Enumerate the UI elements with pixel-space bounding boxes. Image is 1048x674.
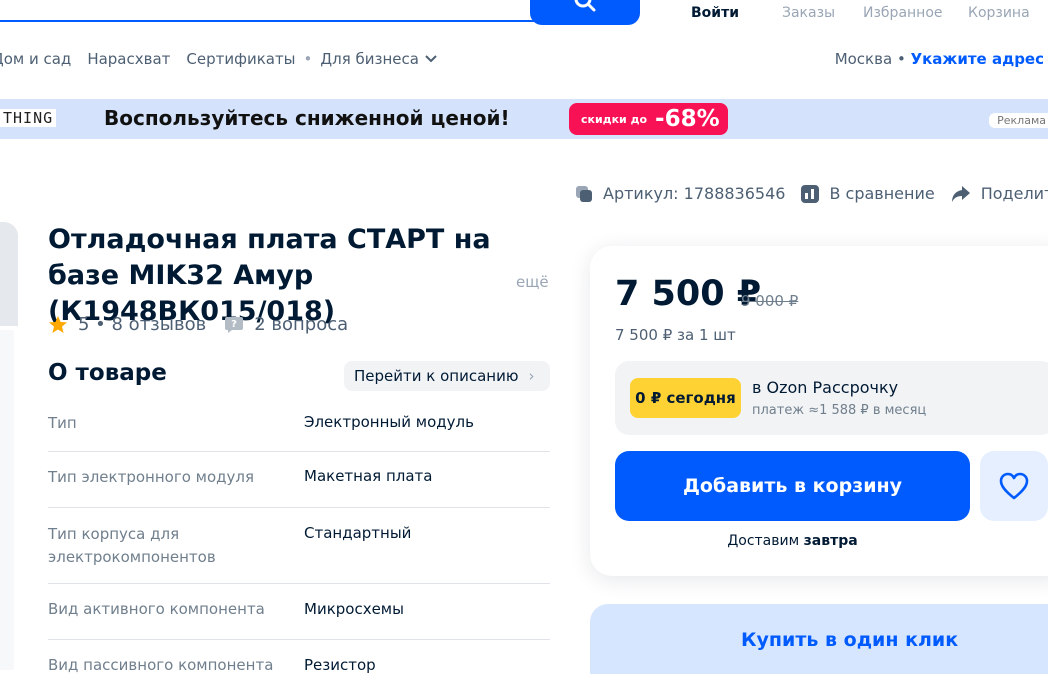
spec-key: Вид пассивного компонента bbox=[48, 656, 274, 674]
spec-row: Вид активного компонента Микросхемы bbox=[48, 584, 550, 640]
article-text: Артикул: 1788836546 bbox=[603, 184, 786, 203]
banner-headline: Воспользуйтесь сниженной ценой! bbox=[104, 106, 510, 130]
buy-one-click-label: Купить в один клик bbox=[741, 629, 959, 651]
product-page: Войти Заказы Избранное Корзина Дом и сад… bbox=[0, 0, 1048, 674]
spec-key: Тип электронного модуля bbox=[48, 468, 255, 486]
search-input[interactable] bbox=[0, 0, 546, 22]
spec-row: Вид пассивного компонента Резистор bbox=[48, 640, 550, 674]
ad-label: Реклама bbox=[989, 113, 1048, 128]
goto-description-label: Перейти к описанию bbox=[354, 367, 519, 385]
star-icon bbox=[49, 315, 67, 333]
banner-brand: THING bbox=[0, 109, 57, 127]
location[interactable]: Москва • Укажите адрес bbox=[835, 50, 1044, 68]
nav-dot: • bbox=[303, 50, 313, 68]
price-card: 7 500 ₽ 9 000 ₽ 7 500 ₽ за 1 шт 0 ₽ сего… bbox=[590, 246, 1048, 576]
spec-key: Тип bbox=[48, 414, 77, 432]
buy-one-click-button[interactable]: Купить в один клик bbox=[590, 604, 1048, 674]
chevron-down-icon bbox=[425, 55, 437, 63]
product-actions: Артикул: 1788836546 В сравнение Поделить… bbox=[575, 184, 1048, 203]
search-icon bbox=[574, 0, 596, 12]
cart-link[interactable]: Корзина bbox=[968, 5, 1030, 21]
nav-item-home-garden[interactable]: Дом и сад bbox=[0, 50, 71, 68]
spec-key: Тип корпуса для электрокомпонентов bbox=[48, 525, 216, 566]
search-button[interactable] bbox=[530, 0, 640, 25]
current-price: 7 500 ₽ bbox=[615, 274, 762, 314]
spec-row: Тип Электронный модуль bbox=[48, 410, 550, 452]
delivery-day: завтра bbox=[803, 533, 858, 549]
svg-text:?: ? bbox=[231, 319, 237, 330]
add-to-cart-button[interactable]: Добавить в корзину bbox=[615, 451, 970, 521]
chevron-right-icon: › bbox=[528, 367, 535, 385]
title-more-link[interactable]: ещё bbox=[516, 273, 549, 291]
questions-link[interactable]: ? 2 вопроса bbox=[224, 314, 348, 335]
spec-row: Тип корпуса для электрокомпонентов Станд… bbox=[48, 508, 550, 584]
spec-value: Электронный модуль bbox=[304, 413, 474, 431]
category-nav: Дом и сад Нарасхват Сертификаты • Для би… bbox=[0, 50, 437, 68]
share-icon bbox=[951, 185, 970, 202]
favorites-link[interactable]: Избранное bbox=[863, 5, 943, 21]
product-image-thumbnail[interactable] bbox=[0, 222, 18, 326]
questions-label: 2 вопроса bbox=[254, 314, 349, 335]
copy-icon bbox=[576, 185, 592, 202]
city-label: Москва bbox=[834, 50, 893, 68]
address-link[interactable]: Укажите адрес bbox=[911, 50, 1044, 68]
location-dot: • bbox=[896, 50, 911, 68]
favorite-button[interactable] bbox=[980, 451, 1048, 521]
spec-value[interactable]: Макетная плата bbox=[304, 467, 432, 485]
nav-item-bestsellers[interactable]: Нарасхват bbox=[87, 50, 170, 68]
installment-badge: 0 ₽ сегодня bbox=[630, 378, 741, 418]
login-link[interactable]: Войти bbox=[691, 5, 739, 21]
reviews-link[interactable]: 5 • 8 отзывов bbox=[78, 314, 206, 335]
question-icon: ? bbox=[225, 316, 244, 333]
spec-value: Микросхемы bbox=[304, 600, 404, 618]
orders-link[interactable]: Заказы bbox=[782, 5, 835, 21]
compare-label: В сравнение bbox=[829, 184, 935, 203]
sale-percent: -68% bbox=[655, 106, 720, 132]
share-button[interactable]: Поделиться bbox=[951, 184, 1048, 203]
share-label: Поделиться bbox=[980, 184, 1048, 203]
unit-price: 7 500 ₽ за 1 шт bbox=[615, 326, 736, 344]
compare-button[interactable]: В сравнение bbox=[801, 184, 935, 203]
spec-key: Вид активного компонента bbox=[48, 600, 265, 618]
goto-description-button[interactable]: Перейти к описанию › bbox=[344, 361, 550, 391]
installment-title: в Ozon Рассрочку bbox=[752, 378, 899, 397]
nav-item-certificates[interactable]: Сертификаты bbox=[186, 50, 295, 68]
spec-value: Стандартный bbox=[304, 524, 412, 542]
delivery-prefix: Доставим bbox=[727, 533, 800, 549]
spec-row: Тип электронного модуля Макетная плата bbox=[48, 452, 550, 508]
sale-small-text: скидки до bbox=[581, 112, 648, 126]
sale-badge: скидки до -68% bbox=[569, 103, 728, 135]
heart-icon bbox=[999, 472, 1029, 500]
ad-banner[interactable]: THING Воспользуйтесь сниженной ценой! ск… bbox=[0, 99, 1048, 139]
title-fade bbox=[470, 258, 510, 294]
spec-value[interactable]: Резистор bbox=[304, 656, 376, 674]
nav-item-business[interactable]: Для бизнеса bbox=[320, 50, 419, 68]
installment-subtitle: платеж ≈1 588 ₽ в месяц bbox=[752, 403, 927, 418]
article-copy[interactable]: Артикул: 1788836546 bbox=[575, 184, 785, 203]
delivery-info: Доставим завтра bbox=[615, 533, 970, 549]
about-heading: О товаре bbox=[48, 360, 167, 386]
rating-row: 5 • 8 отзывов ? 2 вопроса bbox=[48, 314, 348, 335]
old-price: 9 000 ₽ bbox=[741, 292, 799, 310]
installment-block[interactable]: 0 ₽ сегодня в Ozon Рассрочку платеж ≈1 5… bbox=[615, 361, 1048, 435]
compare-icon bbox=[801, 184, 820, 203]
gallery-strip bbox=[0, 330, 14, 670]
